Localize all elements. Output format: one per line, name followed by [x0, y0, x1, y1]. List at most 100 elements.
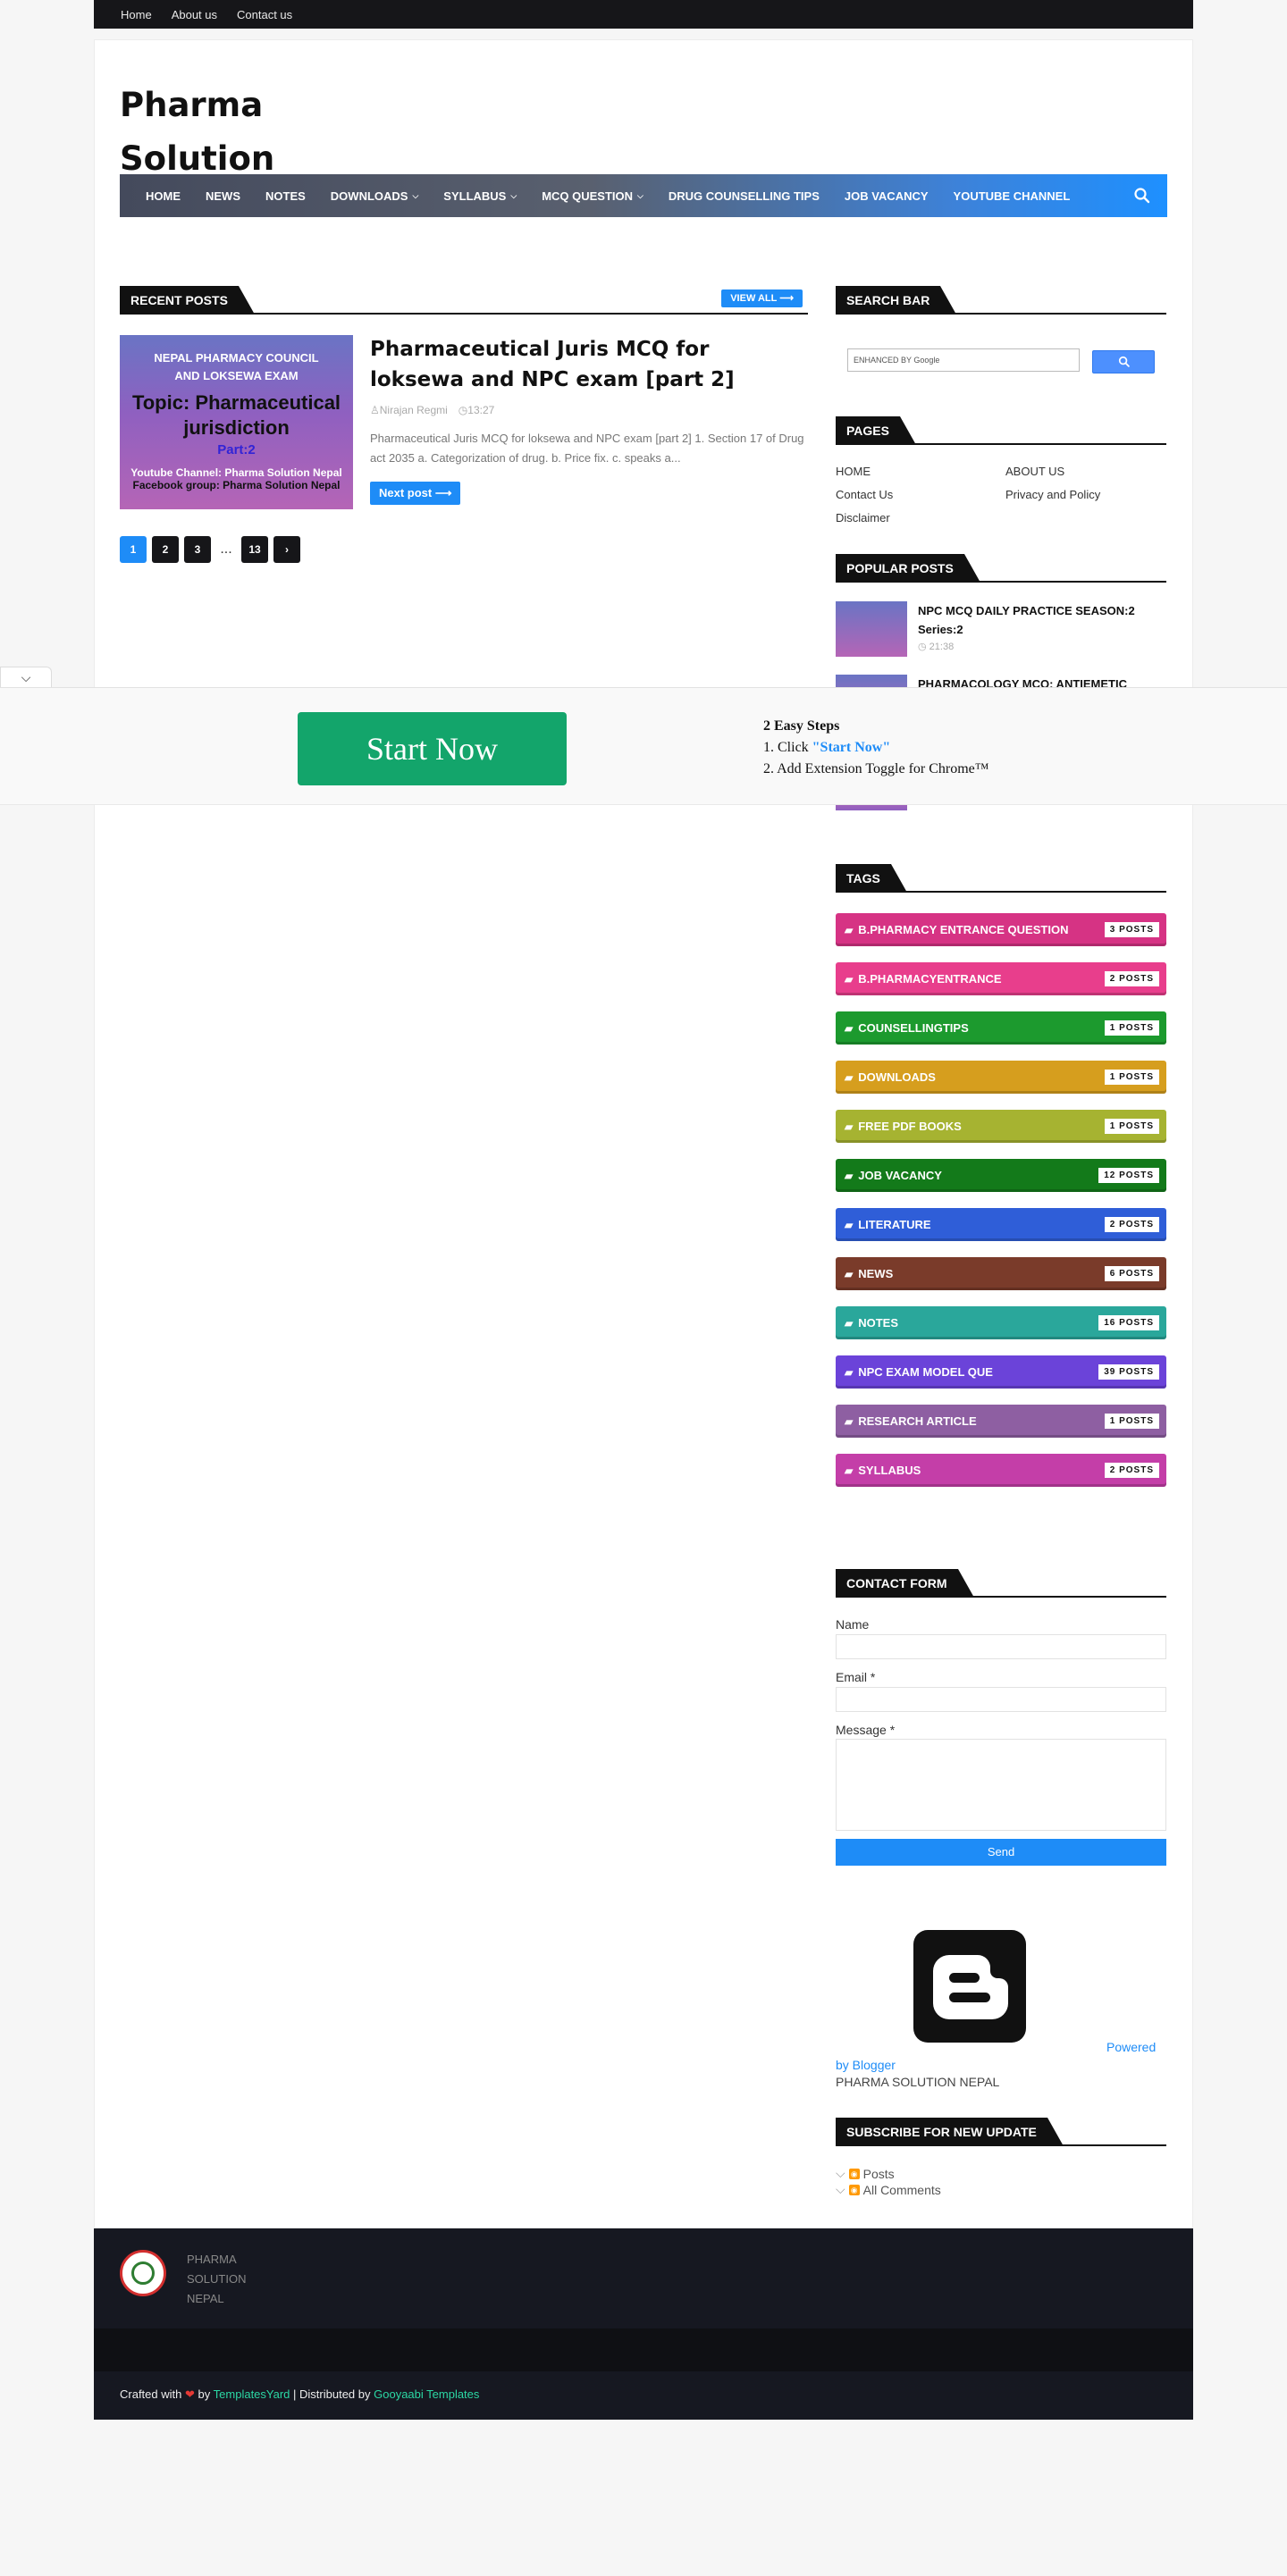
nav-item-news[interactable]: NEWS: [193, 174, 253, 217]
nav-item-label: JOB VACANCY: [844, 189, 929, 203]
folder-icon: ▰: [845, 1170, 854, 1182]
gooyaabi-link[interactable]: Gooyaabi Templates: [374, 2387, 479, 2401]
templatesyard-link[interactable]: TemplatesYard: [214, 2387, 290, 2401]
page-link[interactable]: 2: [152, 536, 179, 563]
pagination: 1 2 3... 13 ›: [120, 536, 300, 563]
tag-item[interactable]: ▰ JOB VACANCY 12 POSTS: [836, 1159, 1166, 1192]
page-link-contact-us[interactable]: Contact Us: [836, 488, 1005, 501]
top-link-home[interactable]: Home: [121, 8, 152, 21]
tag-item[interactable]: ▰ DOWNLOADS 1 POSTS: [836, 1061, 1166, 1094]
page-link-privacy-and-policy[interactable]: Privacy and Policy: [1005, 488, 1166, 501]
search-bar-title: SEARCH BAR: [836, 286, 957, 315]
tag-item[interactable]: ▰ LITERATURE 2 POSTS: [836, 1208, 1166, 1241]
tag-item[interactable]: ▰ COUNSELLINGTIPS 1 POSTS: [836, 1011, 1166, 1045]
main-nav: HOME NEWS NOTES DOWNLOADS ⌵ SYLLABUS ⌵ MCQ QUES…: [120, 174, 1167, 217]
blogger-b-icon: [933, 1955, 1008, 2019]
blogger-icon[interactable]: [913, 1930, 1026, 2043]
user-icon: ♙: [370, 404, 380, 416]
message-label: Message *: [836, 1723, 896, 1737]
subscribe-posts[interactable]: ⌵ ◉ Posts: [836, 2166, 895, 2181]
nav-item-downloads[interactable]: DOWNLOADS ⌵: [318, 174, 432, 217]
post-author[interactable]: ♙Nirajan Regmi: [370, 404, 448, 416]
page-link-last[interactable]: 13: [241, 536, 268, 563]
nav-item-label: SYLLABUS: [443, 189, 507, 203]
tag-label: NEWS: [858, 1267, 894, 1280]
page-link[interactable]: 3: [184, 536, 211, 563]
email-field[interactable]: [836, 1687, 1166, 1712]
site-title[interactable]: Pharma Solution: [120, 79, 352, 186]
ad-step-1: 1. Click "Start Now": [763, 740, 891, 755]
nav-item-drug-counselling-tips[interactable]: DRUG COUNSELLING TIPS: [656, 174, 832, 217]
nav-item-job-vacancy[interactable]: JOB VACANCY: [832, 174, 941, 217]
popular-post-item[interactable]: NPC MCQ DAILY PRACTICE SEASON:2 Series:2…: [836, 601, 1166, 673]
page-link-disclaimer[interactable]: Disclaimer: [836, 511, 1005, 524]
heart-icon: ❤: [185, 2387, 195, 2401]
send-button[interactable]: Send: [836, 1839, 1166, 1866]
chevron-right-icon[interactable]: ›: [273, 536, 300, 563]
chevron-down-icon[interactable]: ⌵: [836, 2166, 845, 2181]
tag-item[interactable]: ▰ B.PHARMACY ENTRANCE QUESTION 3 POSTS: [836, 913, 1166, 946]
tag-count: 6 POSTS: [1104, 1266, 1159, 1281]
nav-item-home[interactable]: HOME: [133, 174, 193, 217]
pages-header: PAGES: [836, 416, 1166, 445]
nav-item-notes[interactable]: NOTES: [253, 174, 318, 217]
ad-step-2: 2. Add Extension Toggle for Chrome™: [763, 761, 989, 776]
name-field[interactable]: [836, 1634, 1166, 1659]
next-post-button[interactable]: Next post ⟶: [370, 482, 461, 505]
email-label: Email *: [836, 1670, 876, 1684]
tag-count: 3 POSTS: [1104, 922, 1159, 937]
top-link-about-us[interactable]: About us: [172, 8, 217, 21]
tag-item[interactable]: ▰ NEWS 6 POSTS: [836, 1257, 1166, 1290]
page-link-about-us[interactable]: ABOUT US: [1005, 465, 1166, 478]
page-link-home[interactable]: HOME: [836, 465, 1005, 478]
nav-item-mcq-question[interactable]: MCQ QUESTION ⌵: [529, 174, 656, 217]
popular-post-time: ◷ 21:38: [918, 642, 955, 652]
recent-posts-header: RECENT POSTS VIEW ALL ⟶: [120, 286, 808, 315]
tags-header: TAGS: [836, 864, 1166, 893]
top-links: Home About us Contact us: [121, 0, 292, 29]
page-ellipsis: ...: [220, 541, 232, 557]
tag-label: NPC EXAM MODEL QUE: [858, 1365, 993, 1379]
tag-label: B.PHARMACYENTRANCE: [858, 972, 1002, 986]
chevron-down-icon: ⌵: [21, 670, 31, 684]
subscribe-comments[interactable]: ⌵ ◉ All Comments: [836, 2182, 941, 2197]
chevron-down-icon[interactable]: ⌵: [836, 2182, 845, 2197]
message-field[interactable]: [836, 1739, 1166, 1831]
folder-icon: ▰: [845, 1415, 854, 1428]
tag-count: 1 POSTS: [1104, 1414, 1159, 1429]
page-link[interactable]: 1: [120, 536, 147, 563]
ad-banner: [0, 687, 1287, 805]
footer: [94, 2228, 1193, 2328]
tag-item[interactable]: ▰ NPC EXAM MODEL QUE 39 POSTS: [836, 1355, 1166, 1389]
popular-post-title[interactable]: NPC MCQ DAILY PRACTICE SEASON:2 Series:2: [918, 601, 1159, 639]
folder-icon: ▰: [845, 1219, 854, 1231]
nav-item-youtube-channel[interactable]: YOUTUBE CHANNEL: [941, 174, 1083, 217]
popular-post-thumb[interactable]: [836, 601, 907, 657]
post-title[interactable]: Pharmaceutical Juris MCQ for loksewa and…: [370, 334, 808, 395]
tag-label: COUNSELLINGTIPS: [858, 1021, 969, 1035]
credits: Crafted with ❤ by TemplatesYard | Distri…: [120, 2387, 479, 2402]
start-now-button[interactable]: Start Now: [298, 712, 567, 785]
view-all-button[interactable]: VIEW ALL ⟶: [721, 289, 803, 307]
tags-title: TAGS: [836, 864, 907, 893]
footer-logo[interactable]: [120, 2250, 166, 2296]
ad-collapse-button[interactable]: ⌵: [0, 667, 52, 688]
nav-item-label: DOWNLOADS: [330, 189, 408, 203]
nav-item-syllabus[interactable]: SYLLABUS ⌵: [431, 174, 529, 217]
nav-item-label: MCQ QUESTION: [542, 189, 634, 203]
tag-item[interactable]: ▰ SYLLABUS 2 POSTS: [836, 1454, 1166, 1487]
search-input[interactable]: ENHANCED BY Google: [847, 348, 1080, 372]
view-all-label: VIEW ALL: [730, 293, 778, 304]
by-blogger-link[interactable]: by Blogger: [836, 2058, 896, 2072]
top-bar: Home About us Contact us: [94, 0, 1193, 29]
tag-item[interactable]: ▰ B.PHARMACYENTRANCE 2 POSTS: [836, 962, 1166, 995]
top-link-contact-us[interactable]: Contact us: [237, 8, 292, 21]
post-thumbnail[interactable]: NEPAL PHARMACY COUNCIL AND LOKSEWA EXAM T…: [120, 335, 353, 509]
site-title-line1: Pharma: [120, 86, 264, 124]
search-button[interactable]: [1092, 350, 1155, 373]
search-icon[interactable]: [1133, 187, 1151, 205]
tag-item[interactable]: ▰ FREE PDF BOOKS 1 POSTS: [836, 1110, 1166, 1143]
powered-by-link[interactable]: Powered: [1106, 2040, 1156, 2054]
tag-item[interactable]: ▰ RESEARCH ARTICLE 1 POSTS: [836, 1405, 1166, 1438]
tag-item[interactable]: ▰ NOTES 16 POSTS: [836, 1306, 1166, 1339]
